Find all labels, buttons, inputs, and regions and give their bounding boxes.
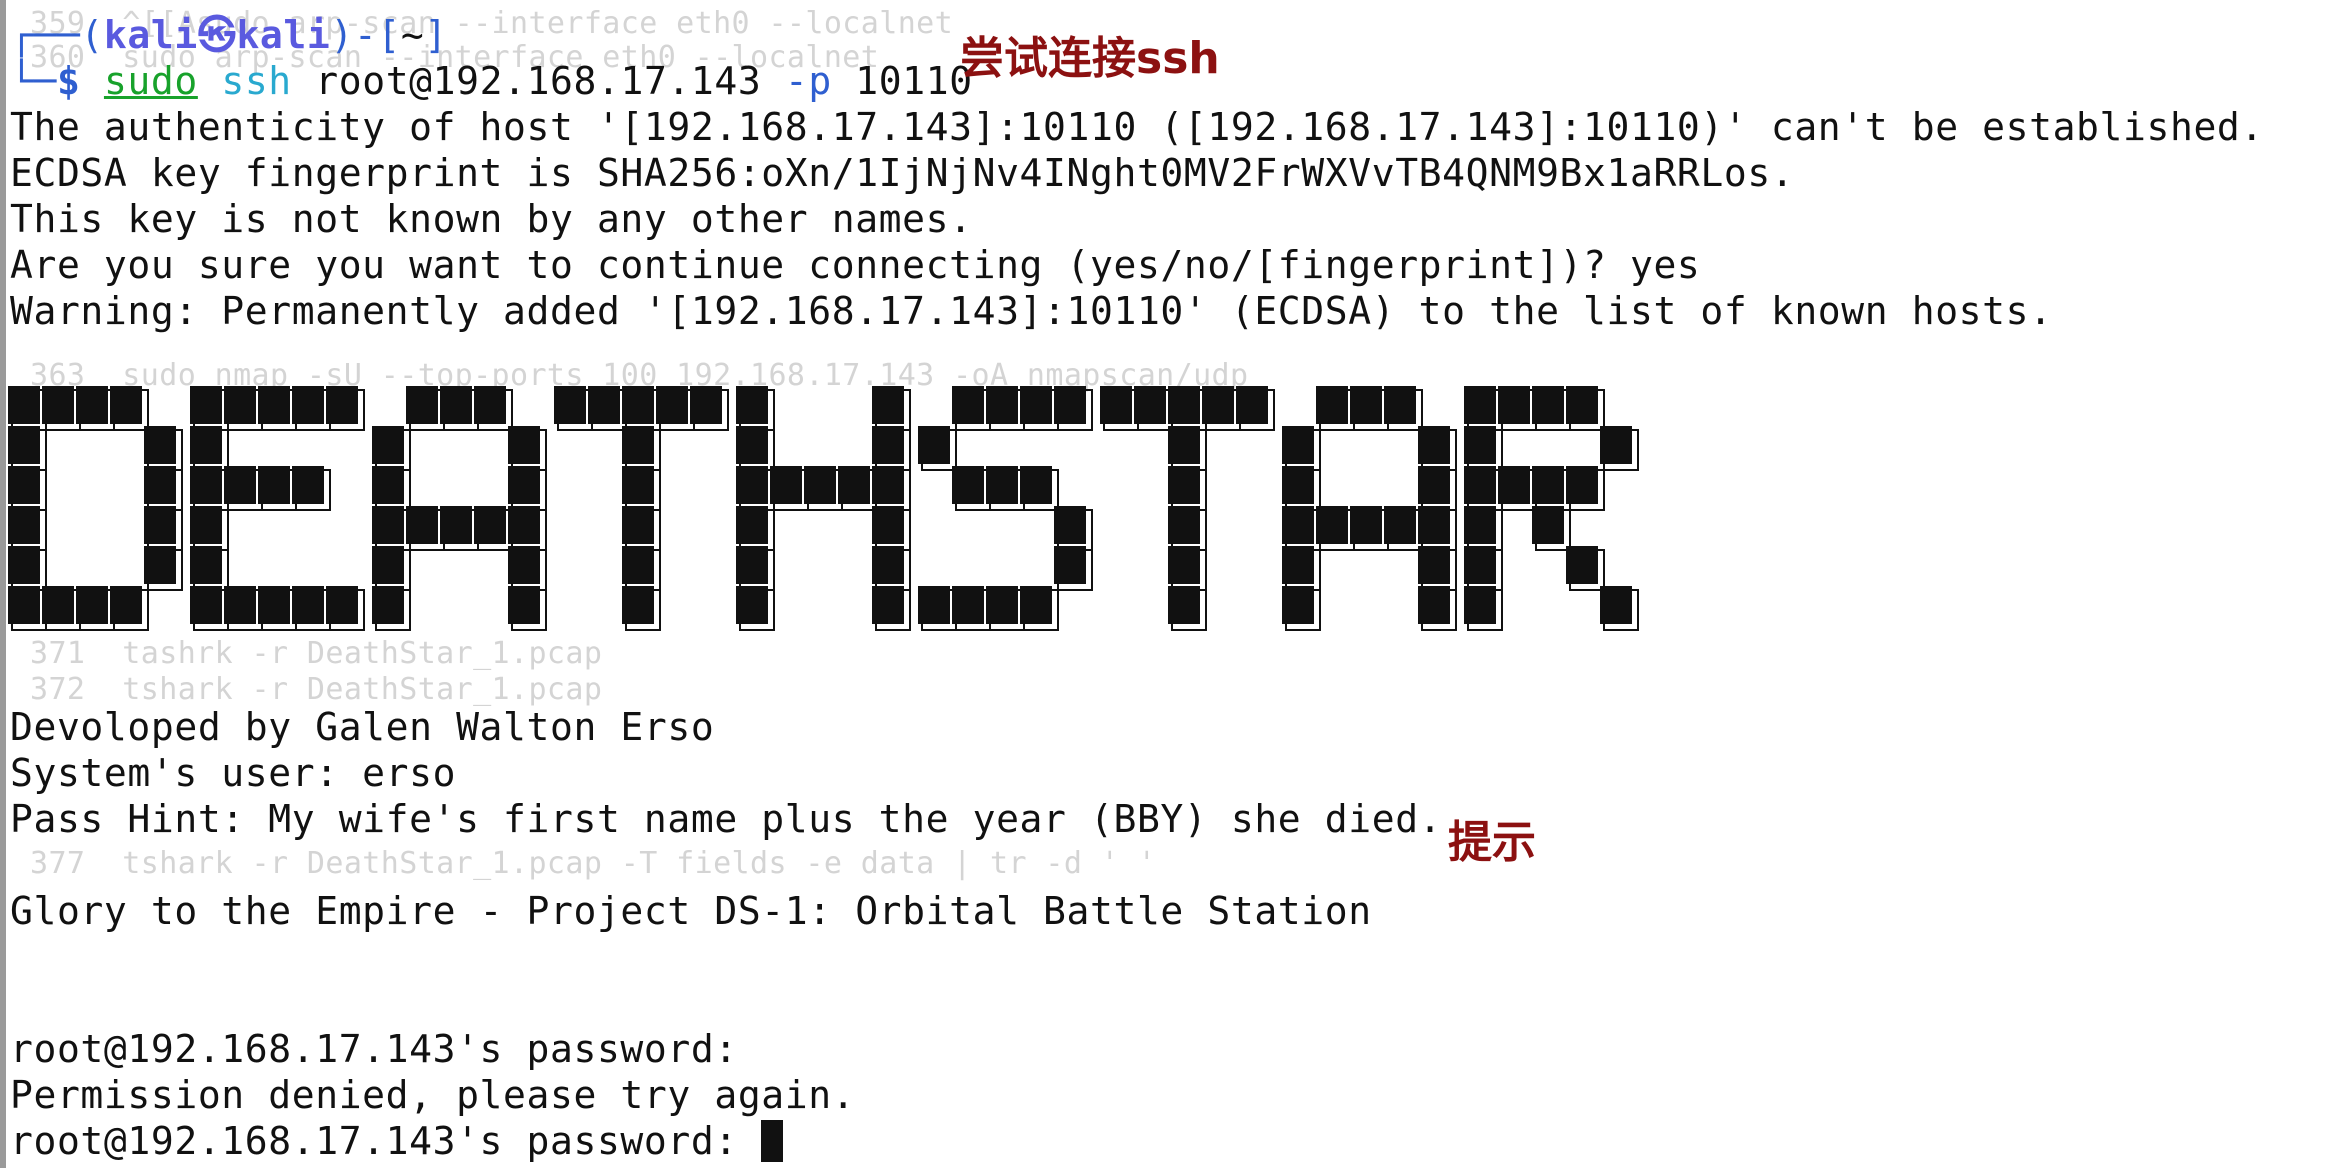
- prompt-frame: ┌──(: [10, 13, 104, 57]
- command-flag: -p: [784, 59, 832, 103]
- banner-letter-t-3: [554, 386, 729, 631]
- command-target: root@192.168.17.143: [315, 59, 762, 103]
- output-line: Pass Hint: My wife's first name plus the…: [10, 797, 1443, 841]
- prompt-frame: )-[: [330, 13, 401, 57]
- output-line: Warning: Permanently added '[192.168.17.…: [10, 289, 2053, 333]
- banner-letter-e-1: [190, 386, 365, 631]
- history-line: 372 tshark -r DeathStar_1.pcap: [30, 672, 603, 707]
- command-ssh: ssh: [221, 59, 292, 103]
- text-cursor[interactable]: [761, 1120, 784, 1162]
- output-line: The authenticity of host '[192.168.17.14…: [10, 105, 2264, 149]
- prompt-frame: ]: [424, 13, 448, 57]
- banner-letter-d-0: [8, 386, 183, 631]
- prompt-host: kali: [236, 13, 331, 57]
- output-line: This key is not known by any other names…: [10, 197, 973, 241]
- prompt-frame: └─: [10, 59, 57, 103]
- output-line: ECDSA key fingerprint is SHA256:oXn/1IjN…: [10, 151, 1795, 195]
- deathstar-banner: [8, 386, 1639, 631]
- password-prompt: root@192.168.17.143's password:: [10, 1119, 762, 1163]
- annotation-hint: 提示: [1448, 817, 1536, 868]
- banner-letter-h-4: [736, 386, 911, 631]
- prompt-dollar: $: [56, 59, 81, 103]
- password-input-line[interactable]: root@192.168.17.143's password:: [10, 1118, 784, 1164]
- banner-letter-s-5: [918, 386, 1093, 631]
- prompt-path: ~: [400, 13, 425, 57]
- output-line: Are you sure you want to continue connec…: [10, 243, 1701, 287]
- command-sudo: sudo: [103, 59, 198, 103]
- output-line: Glory to the Empire - Project DS-1: Orbi…: [10, 889, 1372, 933]
- command-port: 10110: [855, 59, 973, 103]
- annotation-ssh: 尝试连接ssh: [960, 33, 1220, 84]
- banner-letter-a-2: [372, 386, 547, 631]
- banner-letter-a-7: [1282, 386, 1457, 631]
- output-line: System's user: erso: [10, 751, 457, 795]
- prompt-user: kali: [103, 13, 198, 57]
- terminal-window[interactable]: 359 ^[[Asudo arp-scan --interface eth0 -…: [0, 0, 2336, 1168]
- prompt-line-1: ┌──(kali㉿kali)-[~]: [10, 12, 448, 58]
- banner-letter-r-8: [1464, 386, 1639, 631]
- window-edge: [0, 0, 6, 1168]
- kali-logo-icon: ㉿: [197, 13, 237, 57]
- banner-letter-t-6: [1100, 386, 1275, 631]
- output-line: Permission denied, please try again.: [10, 1073, 856, 1117]
- history-line: 377 tshark -r DeathStar_1.pcap -T fields…: [30, 846, 1157, 881]
- output-line: root@192.168.17.143's password:: [10, 1027, 738, 1071]
- command-line: └─$ sudo ssh root@192.168.17.143 -p 1011…: [10, 58, 973, 104]
- output-line: Devoloped by Galen Walton Erso: [10, 705, 715, 749]
